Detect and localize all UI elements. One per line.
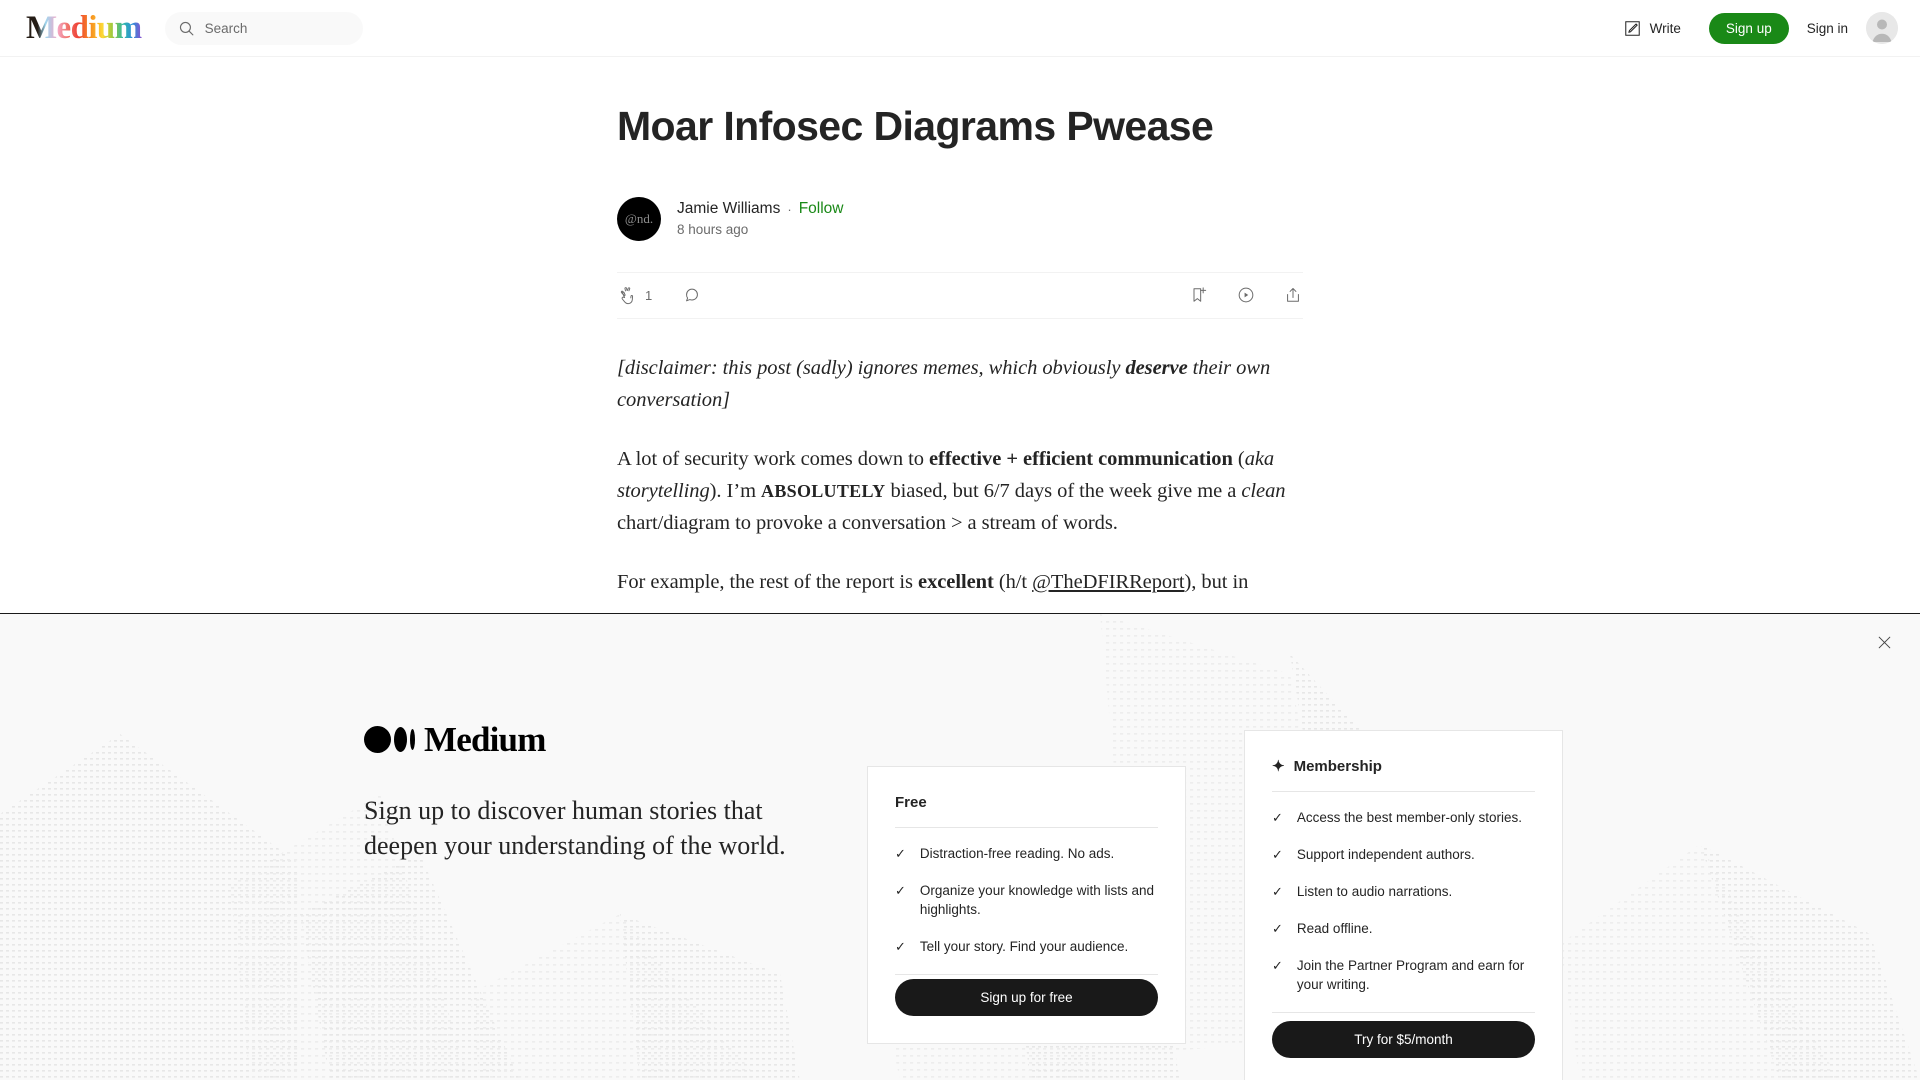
signup-button[interactable]: Sign up — [1708, 12, 1789, 44]
write-button[interactable]: Write — [1613, 13, 1691, 44]
medium-logo-text: Medium — [26, 9, 142, 46]
close-icon — [1878, 636, 1890, 648]
free-plan-card: Free ✓ Distraction-free reading. No ads. ✓… — [867, 766, 1186, 1044]
check-icon: ✓ — [1272, 847, 1283, 862]
user-avatar[interactable] — [1866, 12, 1898, 44]
header-actions: Write Sign up Sign in — [1613, 12, 1898, 44]
divider — [895, 974, 1158, 975]
list-item-label: Tell your story. Find your audience. — [919, 939, 1129, 954]
page-title: Moar Infosec Diagrams Pwease — [617, 103, 1214, 149]
medium-logo[interactable]: Medium — [26, 11, 142, 45]
signin-button[interactable]: Sign in — [1807, 21, 1848, 36]
byline-separator: · — [787, 201, 792, 217]
free-plan-title-text: Free — [895, 794, 927, 811]
paragraph-disclaimer: [disclaimer: this post (sadly) ignores m… — [617, 356, 1271, 411]
write-pencil-icon — [1624, 20, 1640, 36]
article-body: [disclaimer: this post (sadly) ignores m… — [617, 319, 1303, 598]
list-item-label: Access the best member-only stories. — [1296, 810, 1522, 825]
bookmark-add-icon — [1193, 287, 1207, 302]
avatar-person-icon — [1866, 12, 1898, 44]
free-plan-title: Free — [895, 794, 1158, 827]
membership-plan-title: ✦ Membership — [1272, 758, 1535, 791]
follow-button[interactable]: Follow — [799, 200, 844, 218]
clap-icon — [620, 286, 634, 304]
signup-for-free-button[interactable]: Sign up for free — [895, 979, 1158, 1016]
play-circle-icon — [1238, 287, 1254, 303]
list-item-label: Listen to audio narrations. — [1296, 884, 1453, 899]
article-toolbar: 1 — [617, 271, 1303, 319]
list-item: ✓ Organize your knowledge with lists and … — [895, 881, 1158, 919]
article-region: Moar Infosec Diagrams Pwease @nd. Jamie … — [0, 57, 1920, 625]
list-item: ✓ Listen to audio narrations. — [1272, 882, 1535, 901]
search-box[interactable] — [164, 11, 363, 45]
check-icon: ✓ — [1272, 810, 1283, 825]
medium-dots-icon — [364, 726, 415, 753]
banner-tagline: Sign up to discover human stories that d… — [364, 796, 786, 860]
clap-button[interactable]: 1 — [617, 285, 652, 306]
sparkle-icon: ✦ — [1272, 758, 1285, 775]
author-avatar[interactable]: @nd. — [617, 196, 661, 241]
check-icon: ✓ — [1272, 958, 1283, 973]
list-item-label: Support independent authors. — [1296, 847, 1475, 862]
dfir-report-link[interactable]: @TheDFIRReport — [1032, 571, 1184, 593]
list-item-label: Read offline. — [1296, 921, 1373, 936]
divider — [1272, 1012, 1535, 1013]
listen-button[interactable] — [1236, 285, 1256, 305]
list-item-label: Join the Partner Program and earn for yo… — [1296, 958, 1525, 992]
close-banner-button[interactable] — [1870, 628, 1898, 656]
medium-wordmark: Medium — [364, 722, 794, 757]
medium-wordmark-text: Medium — [424, 720, 546, 759]
save-to-list-button[interactable] — [1189, 285, 1209, 305]
write-label: Write — [1649, 20, 1681, 36]
search-input[interactable] — [204, 20, 335, 36]
signup-banner: Medium Sign up to discover human stories… — [0, 613, 1920, 1080]
list-item: ✓ Distraction-free reading. No ads. — [895, 844, 1158, 863]
list-item: ✓ Tell your story. Find your audience. — [895, 937, 1158, 956]
list-item: ✓ Access the best member-only stories. — [1272, 808, 1535, 827]
author-avatar-text: @nd. — [624, 210, 654, 226]
publish-timestamp: 8 hours ago — [677, 222, 749, 238]
check-icon: ✓ — [1272, 921, 1283, 936]
free-plan-benefits: ✓ Distraction-free reading. No ads. ✓ Organ… — [895, 828, 1158, 956]
list-item: ✓ Join the Partner Program and earn for y… — [1272, 956, 1535, 994]
try-membership-button[interactable]: Try for $5/month — [1272, 1021, 1535, 1058]
clap-count: 1 — [645, 287, 653, 303]
membership-plan-title-text: Membership — [1293, 758, 1382, 775]
comment-icon — [686, 288, 699, 302]
list-item-label: Organize your knowledge with lists and h… — [919, 883, 1155, 917]
list-item: ✓ Read offline. — [1272, 919, 1535, 938]
medium-article-page: Medium Write Sign up Sign in — [0, 0, 1920, 1080]
banner-left-column: Medium Sign up to discover human stories… — [364, 722, 794, 863]
list-item: ✓ Support independent authors. — [1272, 845, 1535, 864]
share-button[interactable] — [1283, 285, 1303, 305]
list-item-label: Distraction-free reading. No ads. — [919, 846, 1115, 861]
paragraph-communication: A lot of security work comes down to eff… — [617, 447, 1286, 534]
share-icon — [1287, 288, 1299, 302]
membership-plan-benefits: ✓ Access the best member-only stories. ✓ Su… — [1272, 792, 1535, 994]
paragraph-example: For example, the rest of the report is e… — [617, 570, 1249, 593]
byline: @nd. Jamie Williams · Follow 8 hours ago — [617, 196, 1303, 241]
author-name[interactable]: Jamie Williams — [677, 200, 780, 218]
membership-plan-card: ✦ Membership ✓ Access the best member-onl… — [1244, 730, 1563, 1080]
check-icon: ✓ — [895, 846, 906, 861]
site-header: Medium Write Sign up Sign in — [0, 0, 1920, 57]
search-icon — [179, 21, 194, 35]
comment-button[interactable] — [682, 285, 702, 305]
check-icon: ✓ — [895, 939, 906, 954]
check-icon: ✓ — [1272, 884, 1283, 899]
check-icon: ✓ — [895, 883, 906, 898]
